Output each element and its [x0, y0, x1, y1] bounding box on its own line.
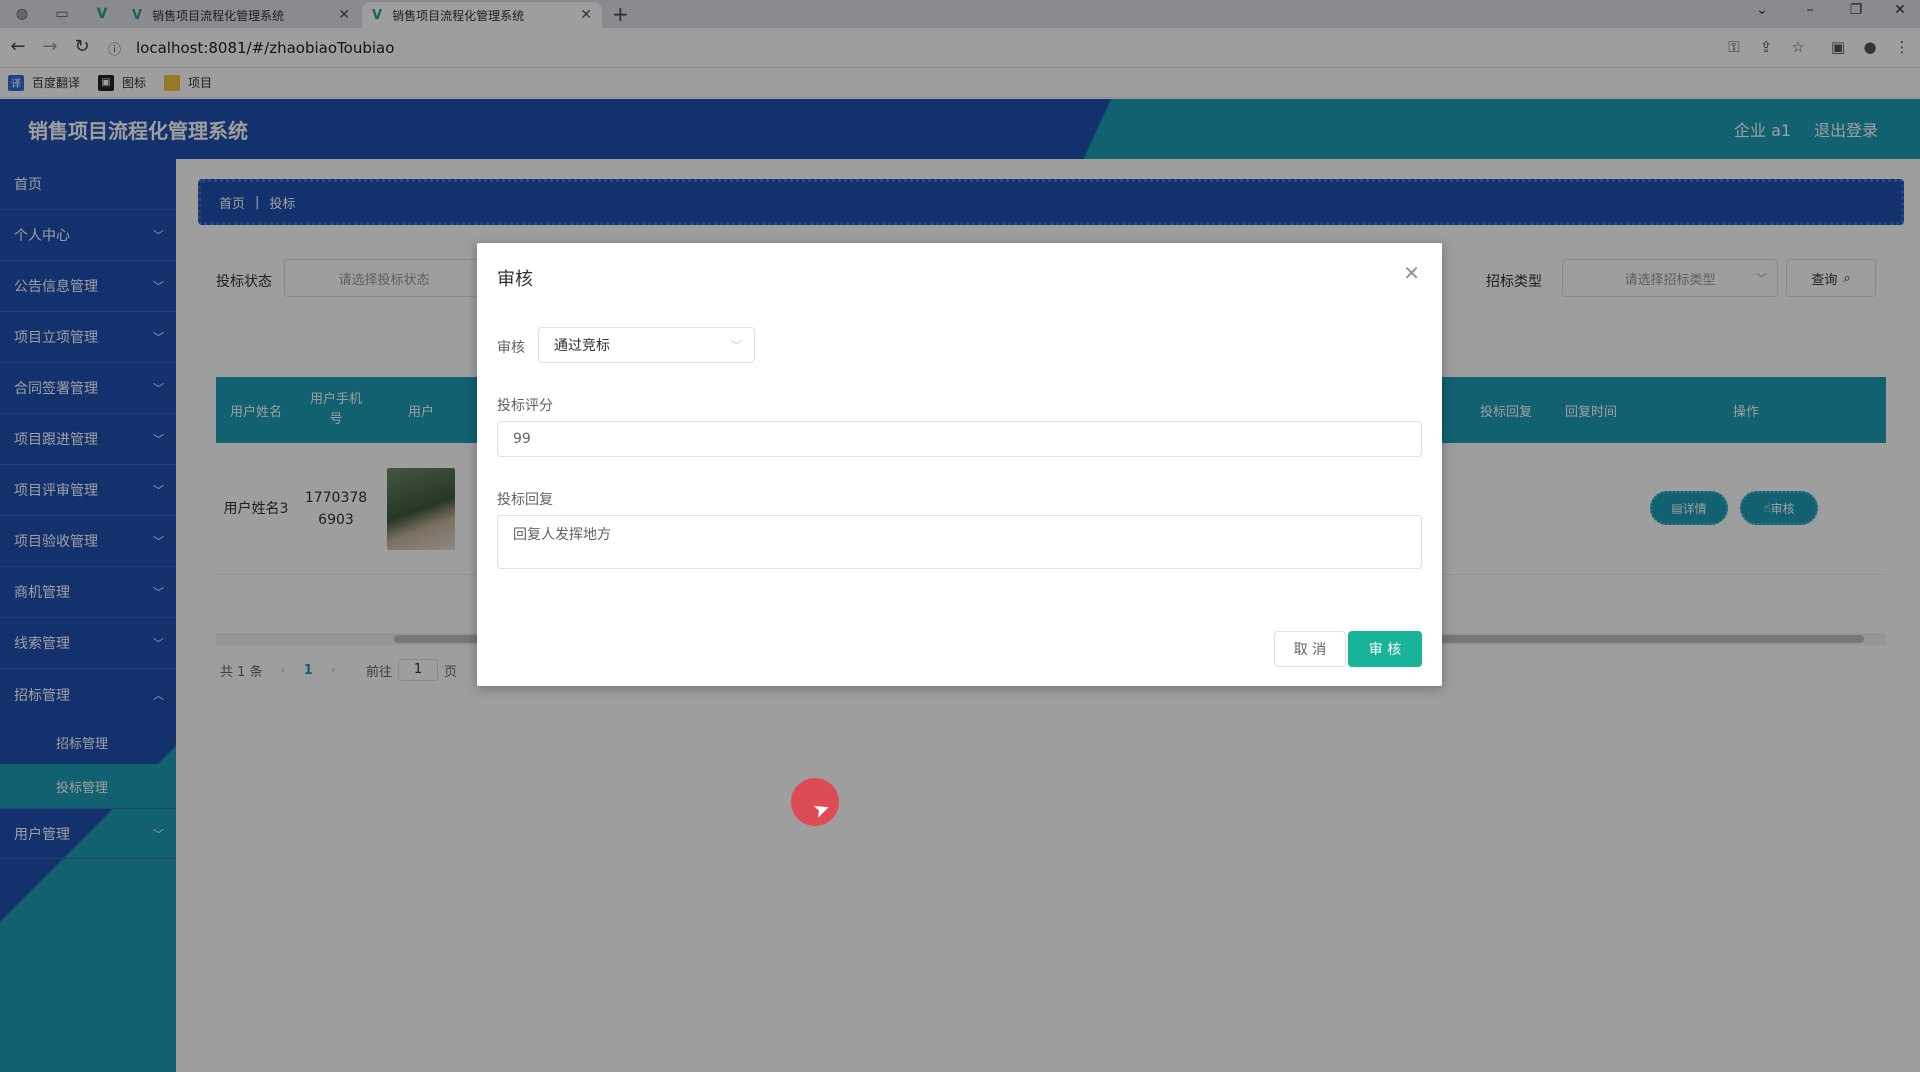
confirm-label: 审 核 [1368, 642, 1402, 658]
score-input[interactable]: 99 [497, 421, 1422, 457]
audit-dialog: 审核 ✕ 审核 通过竞标 ﹀ 投标评分 99 投标回复 回复人发挥地方 取 消 … [477, 243, 1442, 686]
reply-field-label: 投标回复 [497, 492, 553, 508]
cancel-button[interactable]: 取 消 [1274, 631, 1346, 667]
chevron-down-icon: ﹀ [731, 339, 742, 352]
reply-textarea[interactable]: 回复人发挥地方 [497, 515, 1422, 569]
audit-select[interactable]: 通过竞标 ﹀ [538, 327, 755, 363]
close-icon[interactable]: ✕ [1403, 261, 1420, 285]
score-field-label: 投标评分 [497, 398, 553, 414]
confirm-audit-button[interactable]: 审 核 [1348, 631, 1422, 667]
score-input-value: 99 [513, 431, 531, 447]
audit-select-value: 通过竞标 [554, 338, 610, 354]
cancel-label: 取 消 [1293, 642, 1327, 658]
dialog-title: 审核 [497, 269, 533, 290]
reply-textarea-value: 回复人发挥地方 [513, 527, 611, 543]
audit-field-label: 审核 [497, 340, 525, 356]
